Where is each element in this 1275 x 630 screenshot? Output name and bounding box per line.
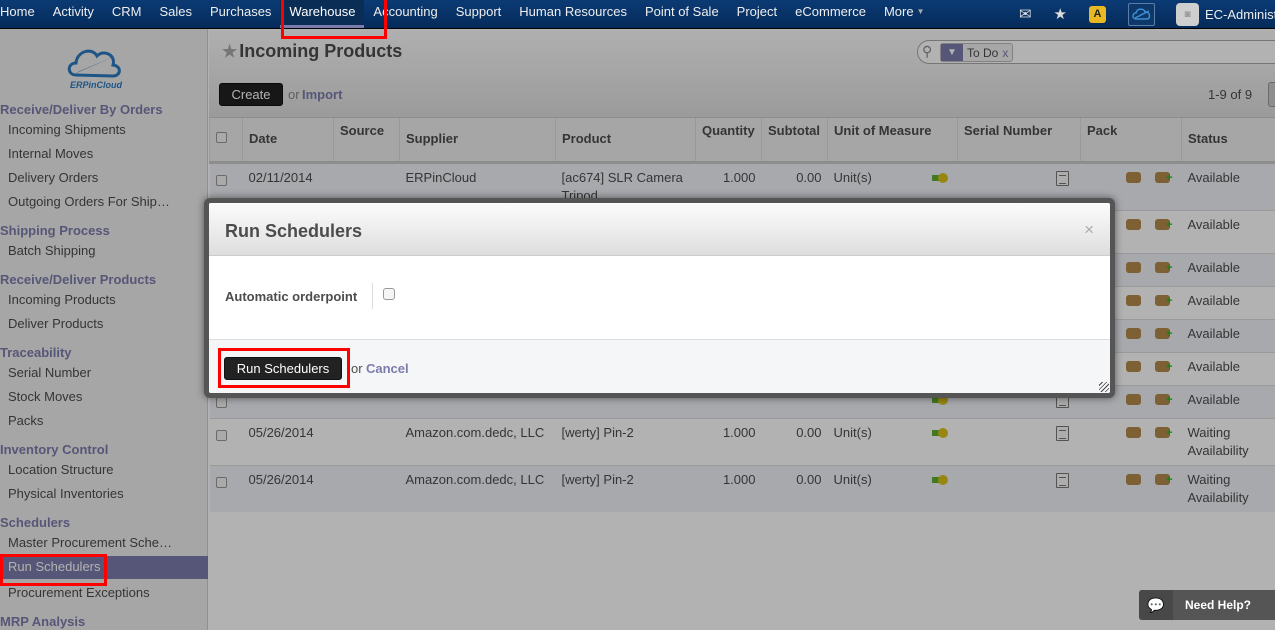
dialog-title: Run Schedulers (225, 221, 363, 241)
main-menu: Home Activity CRM Sales Purchases Warehouse Ac… (0, 0, 933, 28)
menu-item-warehouse[interactable]: Warehouse (280, 0, 365, 28)
menu-item-label: Activity (52, 4, 94, 19)
menu-item-accounting[interactable]: Accounting (364, 0, 446, 28)
cancel-link[interactable]: Cancel (366, 361, 409, 376)
menu-item-human-resources[interactable]: Human Resources (510, 0, 636, 28)
menu-item-label: Sales (159, 4, 192, 19)
menu-item-label: Warehouse (289, 4, 356, 19)
automatic-orderpoint-label: Automatic orderpoint (225, 289, 358, 304)
run-schedulers-button[interactable]: Run Schedulers (224, 357, 342, 380)
menu-item-purchases[interactable]: Purchases (201, 0, 280, 28)
menu-item-project[interactable]: Project (728, 0, 786, 28)
menu-item-label: Human Resources (519, 4, 627, 19)
mail-icon[interactable]: ✉ (1019, 5, 1032, 23)
menu-item-label: Purchases (210, 4, 272, 19)
need-help-widget[interactable]: 💬 Need Help? (1139, 590, 1275, 620)
warning-icon[interactable]: A (1089, 5, 1106, 23)
chat-bubble-icon: 💬 (1139, 590, 1173, 620)
menu-item-point-of-sale[interactable]: Point of Sale (636, 0, 728, 28)
topbar-right: ✉ ★ A ◙ EC-Administrator (1008, 0, 1275, 28)
field-divider (372, 283, 373, 309)
menu-item-activity[interactable]: Activity (44, 0, 103, 28)
user-name[interactable]: EC-Administrator (1205, 7, 1275, 22)
star-icon[interactable]: ★ (1054, 5, 1067, 23)
resize-handle[interactable] (1099, 382, 1109, 392)
menu-item-ecommerce[interactable]: eCommerce (786, 0, 875, 28)
cloud-logo-icon[interactable] (1128, 2, 1155, 26)
top-navbar: Home Activity CRM Sales Purchases Warehouse Ac… (0, 0, 1275, 29)
close-icon[interactable]: × (1084, 220, 1094, 240)
or-label: or (351, 361, 363, 376)
caret-down-icon: ▼ (916, 7, 925, 16)
need-help-label: Need Help? (1185, 598, 1252, 612)
dialog-content: Run Schedulers × Automatic orderpoint Ru… (209, 203, 1110, 393)
menu-item-label: eCommerce (795, 4, 866, 19)
menu-item-home[interactable]: Home (0, 0, 44, 28)
menu-item-label: Point of Sale (644, 4, 719, 19)
menu-item-crm[interactable]: CRM (103, 0, 151, 28)
dialog-header: Run Schedulers × (209, 203, 1110, 256)
menu-item-label: More (883, 4, 914, 19)
menu-item-support[interactable]: Support (447, 0, 511, 28)
dialog-footer: Run Schedulers or Cancel (209, 339, 1110, 393)
menu-item-sales[interactable]: Sales (150, 0, 201, 28)
menu-item-label: Project (736, 4, 778, 19)
menu-item-label: Support (455, 4, 502, 19)
avatar[interactable]: ◙ (1176, 2, 1199, 26)
automatic-orderpoint-checkbox[interactable] (383, 288, 395, 300)
menu-item-label: CRM (111, 4, 142, 19)
menu-item-more[interactable]: More ▼ (875, 0, 934, 28)
menu-item-label: Accounting (373, 4, 438, 19)
run-schedulers-dialog: Run Schedulers × Automatic orderpoint Ru… (204, 198, 1115, 398)
dialog-body: Automatic orderpoint (209, 256, 1110, 339)
menu-item-label: Home (0, 4, 35, 19)
